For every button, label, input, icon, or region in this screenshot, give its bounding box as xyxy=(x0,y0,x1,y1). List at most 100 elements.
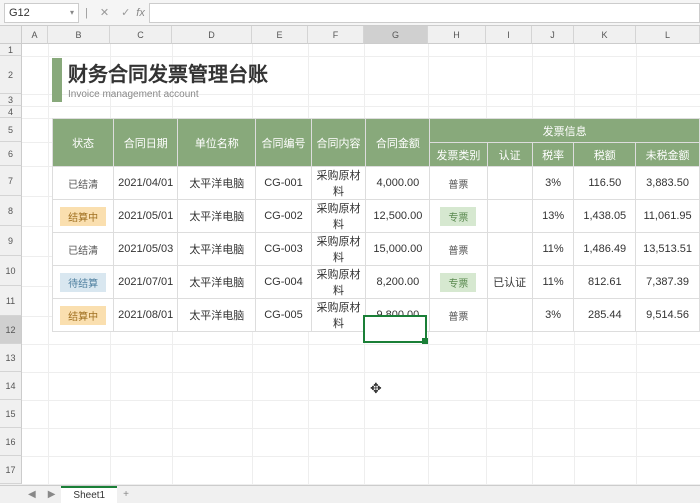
cell-cno[interactable]: CG-002 xyxy=(256,200,311,233)
select-all-corner[interactable] xyxy=(0,26,22,44)
row-header[interactable]: 7 xyxy=(0,166,22,196)
cell-amount[interactable]: 15,000.00 xyxy=(366,233,430,266)
row-header[interactable]: 17 xyxy=(0,456,22,484)
row-header[interactable]: 2 xyxy=(0,56,22,94)
column-header[interactable]: L xyxy=(636,26,700,44)
cell-amount[interactable]: 8,200.00 xyxy=(366,266,430,299)
column-header[interactable]: I xyxy=(486,26,532,44)
cell-rate[interactable]: 3% xyxy=(532,299,574,332)
row-header[interactable]: 14 xyxy=(0,372,22,400)
cell-tax[interactable]: 116.50 xyxy=(574,167,636,200)
cell-renz[interactable] xyxy=(487,167,532,200)
cell-cno[interactable]: CG-005 xyxy=(256,299,311,332)
add-sheet-icon[interactable]: + xyxy=(117,489,135,500)
cell-invtype[interactable]: 普票 xyxy=(430,167,487,200)
cell-status[interactable]: 已结清 xyxy=(53,167,114,200)
column-header[interactable]: G xyxy=(364,26,428,44)
cell-tax[interactable]: 285.44 xyxy=(574,299,636,332)
cell-notax[interactable]: 3,883.50 xyxy=(636,167,700,200)
cell-cno[interactable]: CG-003 xyxy=(256,233,311,266)
tab-next-icon[interactable]: ▶ xyxy=(42,489,62,500)
cell-date[interactable]: 2021/04/01 xyxy=(114,167,178,200)
cell-rate[interactable]: 13% xyxy=(532,200,574,233)
column-header[interactable]: K xyxy=(574,26,636,44)
row-header[interactable]: 1 xyxy=(0,44,22,56)
cell-content[interactable]: 采购原材料 xyxy=(311,233,366,266)
cell-status[interactable]: 结算中 xyxy=(53,299,114,332)
cell-content[interactable]: 采购原材料 xyxy=(311,299,366,332)
cell-renz[interactable] xyxy=(487,233,532,266)
confirm-icon[interactable]: ✓ xyxy=(121,6,130,19)
cell-date[interactable]: 2021/08/01 xyxy=(114,299,178,332)
cell-date[interactable]: 2021/07/01 xyxy=(114,266,178,299)
cell-notax[interactable]: 7,387.39 xyxy=(636,266,700,299)
cell-invtype[interactable]: 专票 xyxy=(430,266,487,299)
cell-renz[interactable]: 已认证 xyxy=(487,266,532,299)
column-header[interactable]: C xyxy=(110,26,172,44)
table-row: 已结清2021/05/03太平洋电脑CG-003采购原材料15,000.00普票… xyxy=(53,233,700,266)
cancel-icon[interactable]: ✕ xyxy=(100,6,109,19)
cell-notax[interactable]: 13,513.51 xyxy=(636,233,700,266)
row-header[interactable]: 15 xyxy=(0,400,22,428)
row-header[interactable]: 5 xyxy=(0,118,22,142)
cell-status[interactable]: 待结算 xyxy=(53,266,114,299)
cell-renz[interactable] xyxy=(487,200,532,233)
row-header[interactable]: 9 xyxy=(0,226,22,256)
cell-notax[interactable]: 11,061.95 xyxy=(636,200,700,233)
cell-unit[interactable]: 太平洋电脑 xyxy=(178,200,256,233)
cell-unit[interactable]: 太平洋电脑 xyxy=(178,266,256,299)
row-header[interactable]: 8 xyxy=(0,196,22,226)
cell-tax[interactable]: 812.61 xyxy=(574,266,636,299)
cell-cno[interactable]: CG-004 xyxy=(256,266,311,299)
row-header[interactable]: 16 xyxy=(0,428,22,456)
cell-invtype[interactable]: 普票 xyxy=(430,299,487,332)
cell-rate[interactable]: 11% xyxy=(532,233,574,266)
row-header[interactable]: 10 xyxy=(0,256,22,286)
column-header[interactable]: A xyxy=(22,26,48,44)
column-header[interactable]: E xyxy=(252,26,308,44)
column-header[interactable]: B xyxy=(48,26,110,44)
column-header[interactable]: F xyxy=(308,26,364,44)
formula-input[interactable] xyxy=(149,3,700,23)
cell-status[interactable]: 结算中 xyxy=(53,200,114,233)
row-header[interactable]: 13 xyxy=(0,344,22,372)
cell-date[interactable]: 2021/05/03 xyxy=(114,233,178,266)
chevron-down-icon[interactable]: ▾ xyxy=(70,8,74,17)
cell-unit[interactable]: 太平洋电脑 xyxy=(178,233,256,266)
cell-tax[interactable]: 1,486.49 xyxy=(574,233,636,266)
row-header[interactable]: 6 xyxy=(0,142,22,166)
tab-prev-icon[interactable]: ◀ xyxy=(22,489,42,500)
name-box-value: G12 xyxy=(9,7,30,19)
cell-unit[interactable]: 太平洋电脑 xyxy=(178,167,256,200)
cell-amount[interactable]: 9,800.00 xyxy=(366,299,430,332)
column-header[interactable]: D xyxy=(172,26,252,44)
th-amount: 合同金额 xyxy=(366,119,430,167)
row-header[interactable]: 12 xyxy=(0,316,22,344)
row-header[interactable]: 11 xyxy=(0,286,22,316)
name-box[interactable]: G12 ▾ xyxy=(4,3,79,23)
cell-content[interactable]: 采购原材料 xyxy=(311,167,366,200)
row-header[interactable]: 3 xyxy=(0,94,22,106)
sheet-tabs: ◀ ▶ Sheet1 + xyxy=(0,485,700,503)
cell-unit[interactable]: 太平洋电脑 xyxy=(178,299,256,332)
cell-rate[interactable]: 11% xyxy=(532,266,574,299)
cell-amount[interactable]: 12,500.00 xyxy=(366,200,430,233)
cell-invtype[interactable]: 专票 xyxy=(430,200,487,233)
cell-invtype[interactable]: 普票 xyxy=(430,233,487,266)
cell-rate[interactable]: 3% xyxy=(532,167,574,200)
cell-content[interactable]: 采购原材料 xyxy=(311,266,366,299)
column-header[interactable]: J xyxy=(532,26,574,44)
cell-date[interactable]: 2021/05/01 xyxy=(114,200,178,233)
sheet-tab[interactable]: Sheet1 xyxy=(61,486,117,503)
cell-tax[interactable]: 1,438.05 xyxy=(574,200,636,233)
cell-cno[interactable]: CG-001 xyxy=(256,167,311,200)
column-header[interactable]: H xyxy=(428,26,486,44)
sheet-content[interactable]: 财务合同发票管理台账 Invoice management account 状态… xyxy=(22,44,700,485)
cell-renz[interactable] xyxy=(487,299,532,332)
cell-amount[interactable]: 4,000.00 xyxy=(366,167,430,200)
cell-status[interactable]: 已结清 xyxy=(53,233,114,266)
cell-notax[interactable]: 9,514.56 xyxy=(636,299,700,332)
fx-icon[interactable]: fx xyxy=(136,7,145,19)
row-header[interactable]: 4 xyxy=(0,106,22,118)
cell-content[interactable]: 采购原材料 xyxy=(311,200,366,233)
